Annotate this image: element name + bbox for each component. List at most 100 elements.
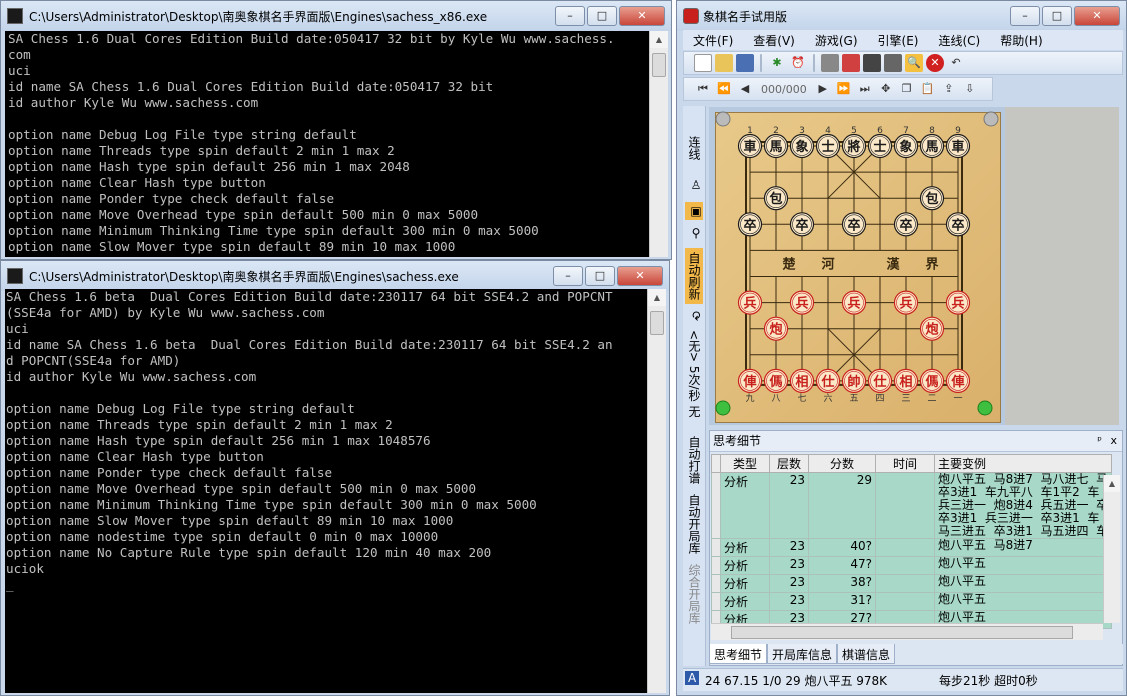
mode-badge[interactable]: A <box>685 671 700 685</box>
close-button[interactable]: ✕ <box>619 6 665 26</box>
menu-view[interactable]: 查看(V) <box>743 30 805 50</box>
scroll-thumb[interactable] <box>650 311 664 335</box>
maximize-button[interactable]: □ <box>587 6 617 26</box>
console-output[interactable]: SA Chess 1.6 Dual Cores Edition Build da… <box>5 31 652 257</box>
undo-icon[interactable]: ↶ <box>947 54 965 72</box>
prev-move-icon[interactable]: ◀ <box>736 80 754 98</box>
file-number-bottom: 七 <box>797 393 806 404</box>
console-window-x64: C:\Users\Administrator\Desktop\南奥象棋名手界面版… <box>0 260 670 696</box>
copy-icon[interactable]: ❐ <box>898 80 916 98</box>
table-vertical-scrollbar[interactable]: ▲ <box>1103 475 1120 623</box>
chess-piece-label: 卒 <box>899 217 912 233</box>
tab-opening-book[interactable]: 开局库信息 <box>767 644 838 664</box>
paste-icon[interactable]: 📋 <box>919 80 937 98</box>
scroll-up-arrow[interactable]: ▲ <box>648 289 666 306</box>
cell-score: 40? <box>808 538 876 557</box>
console-output[interactable]: SA Chess 1.6 beta Dual Cores Edition Bui… <box>5 289 648 693</box>
side-tab-connect-icon[interactable]: ♙ <box>685 176 703 194</box>
window-title: 象棋名手试用版 <box>703 10 788 24</box>
chess-piece-label: 傌 <box>924 374 938 390</box>
column-header-score[interactable]: 分数 <box>808 454 876 473</box>
board-gray-icon[interactable] <box>821 54 839 72</box>
side-tab-search-icon[interactable]: ⚲ <box>685 224 703 242</box>
back-five-icon[interactable]: ⏪ <box>715 80 733 98</box>
import-icon[interactable]: ⇩ <box>961 80 979 98</box>
forward-five-icon[interactable]: ⏩ <box>835 80 853 98</box>
cell-time <box>875 556 935 575</box>
table-horizontal-scrollbar[interactable] <box>711 623 1103 640</box>
scroll-thumb[interactable] <box>731 626 1073 639</box>
table-row[interactable]: 分析 23 31? 炮八平五 <box>711 592 1112 611</box>
column-header-time[interactable]: 时间 <box>875 454 935 473</box>
board-svg: 1 2 3 4 5 6 7 8 9九八七六五四三二一楚河漢界車馬象士將士象馬車包 包卒卒卒卒卒兵兵… <box>715 111 999 416</box>
side-tab-refresh-icon[interactable]: ⟳ <box>685 308 703 324</box>
vertical-scrollbar[interactable]: ▲ <box>647 289 666 693</box>
menu-file[interactable]: 文件(F) <box>683 30 743 50</box>
menu-game[interactable]: 游戏(G) <box>805 30 868 50</box>
flip-board-icon[interactable]: ✥ <box>877 80 895 98</box>
stop-icon[interactable]: ✕ <box>926 54 944 72</box>
title-bar[interactable]: C:\Users\Administrator\Desktop\南奥象棋名手界面版… <box>1 261 669 291</box>
close-button[interactable]: ✕ <box>1074 6 1120 26</box>
minimize-button[interactable]: – <box>555 6 585 26</box>
tab-thinking-detail[interactable]: 思考细节 <box>709 644 768 664</box>
menu-connect[interactable]: 连线(C) <box>928 30 990 50</box>
scroll-up-arrow[interactable]: ▲ <box>1104 475 1120 492</box>
side-tab-refresh-setting[interactable]: <无> 5次/秒 无 <box>685 330 703 418</box>
column-header-type[interactable] <box>711 454 721 473</box>
title-bar[interactable]: C:\Users\Administrator\Desktop\南奥象棋名手界面版… <box>1 1 671 31</box>
first-move-icon[interactable]: ⏮ <box>694 80 712 98</box>
side-tab-auto-record[interactable]: 自动打谱 <box>685 434 703 486</box>
maximize-button[interactable]: □ <box>1042 6 1072 26</box>
scroll-thumb[interactable] <box>652 53 666 77</box>
last-move-icon[interactable]: ⏭ <box>856 80 874 98</box>
chess-piece-label: 炮 <box>925 322 938 338</box>
board-red-icon[interactable] <box>842 54 860 72</box>
file-number-bottom: 八 <box>771 394 780 404</box>
chess-piece-label: 士 <box>821 139 834 155</box>
monitor-icon[interactable] <box>863 54 881 72</box>
alarm-clock-icon[interactable]: ⏰ <box>789 54 807 72</box>
minimize-button[interactable]: – <box>553 266 583 286</box>
column-header-depth[interactable]: 层数 <box>769 454 809 473</box>
scroll-up-arrow[interactable]: ▲ <box>650 31 668 48</box>
export-icon[interactable]: ⇪ <box>940 80 958 98</box>
monitor-alt-icon[interactable] <box>884 54 902 72</box>
side-tab-auto-refresh[interactable]: 自动刷新 <box>685 248 703 304</box>
table-row[interactable]: 分析 23 38? 炮八平五 <box>711 574 1112 593</box>
console-line: option name Debug Log File type string d… <box>8 127 357 142</box>
row-marker <box>711 538 721 557</box>
file-number-bottom: 九 <box>745 393 754 404</box>
close-button[interactable]: ✕ <box>617 266 663 286</box>
chess-piece-label: 傌 <box>768 374 782 390</box>
menu-engine[interactable]: 引擎(E) <box>868 30 929 50</box>
menu-help[interactable]: 帮助(H) <box>990 30 1052 50</box>
column-header-pv[interactable]: 主要变例 <box>934 454 1112 473</box>
close-icon[interactable]: x <box>1110 431 1117 451</box>
navigation-toolbar: ⏮ ⏪ ◀ 000/000 ▶ ⏩ ⏭ ✥ ❐ 📋 ⇪ ⇩ <box>683 77 993 101</box>
table-row[interactable]: 分析2329 炮八平五 马8进7 马八进七 马 卒3进1 车九平八 车1平2 车 … <box>711 472 1112 539</box>
tab-game-record[interactable]: 棋谱信息 <box>837 644 896 664</box>
river-label: 界 <box>925 256 938 272</box>
minimize-button[interactable]: – <box>1010 6 1040 26</box>
table-row[interactable]: 分析 23 40? 炮八平五 马8进7 <box>711 538 1112 557</box>
side-tab-auto-book[interactable]: 自动开局库 <box>685 492 703 556</box>
corner-knob-gray <box>983 111 999 127</box>
new-file-icon[interactable] <box>694 54 712 72</box>
chess-piece-label: 馬 <box>769 140 782 155</box>
table-row[interactable]: 分析 23 47? 炮八平五 <box>711 556 1112 575</box>
vertical-scrollbar[interactable]: ▲ <box>649 31 668 257</box>
column-header-type[interactable]: 类型 <box>720 454 770 473</box>
search-icon[interactable]: 🔍 <box>905 54 923 72</box>
console-line: option name Ponder type check default fa… <box>8 191 335 206</box>
title-bar[interactable]: 象棋名手试用版 – □ ✕ <box>677 1 1126 31</box>
save-disk-icon[interactable] <box>736 54 754 72</box>
open-folder-icon[interactable] <box>715 54 733 72</box>
side-tab-combined-book[interactable]: 综合开局库 <box>685 562 703 626</box>
pin-icon[interactable]: ᵖ <box>1097 431 1102 451</box>
side-tab-connect[interactable]: 连线 <box>685 128 703 168</box>
side-tab-book-icon[interactable]: ▣ <box>685 202 703 220</box>
engine-gear-icon[interactable]: ✱ <box>768 54 786 72</box>
next-move-icon[interactable]: ▶ <box>814 80 832 98</box>
maximize-button[interactable]: □ <box>585 266 615 286</box>
